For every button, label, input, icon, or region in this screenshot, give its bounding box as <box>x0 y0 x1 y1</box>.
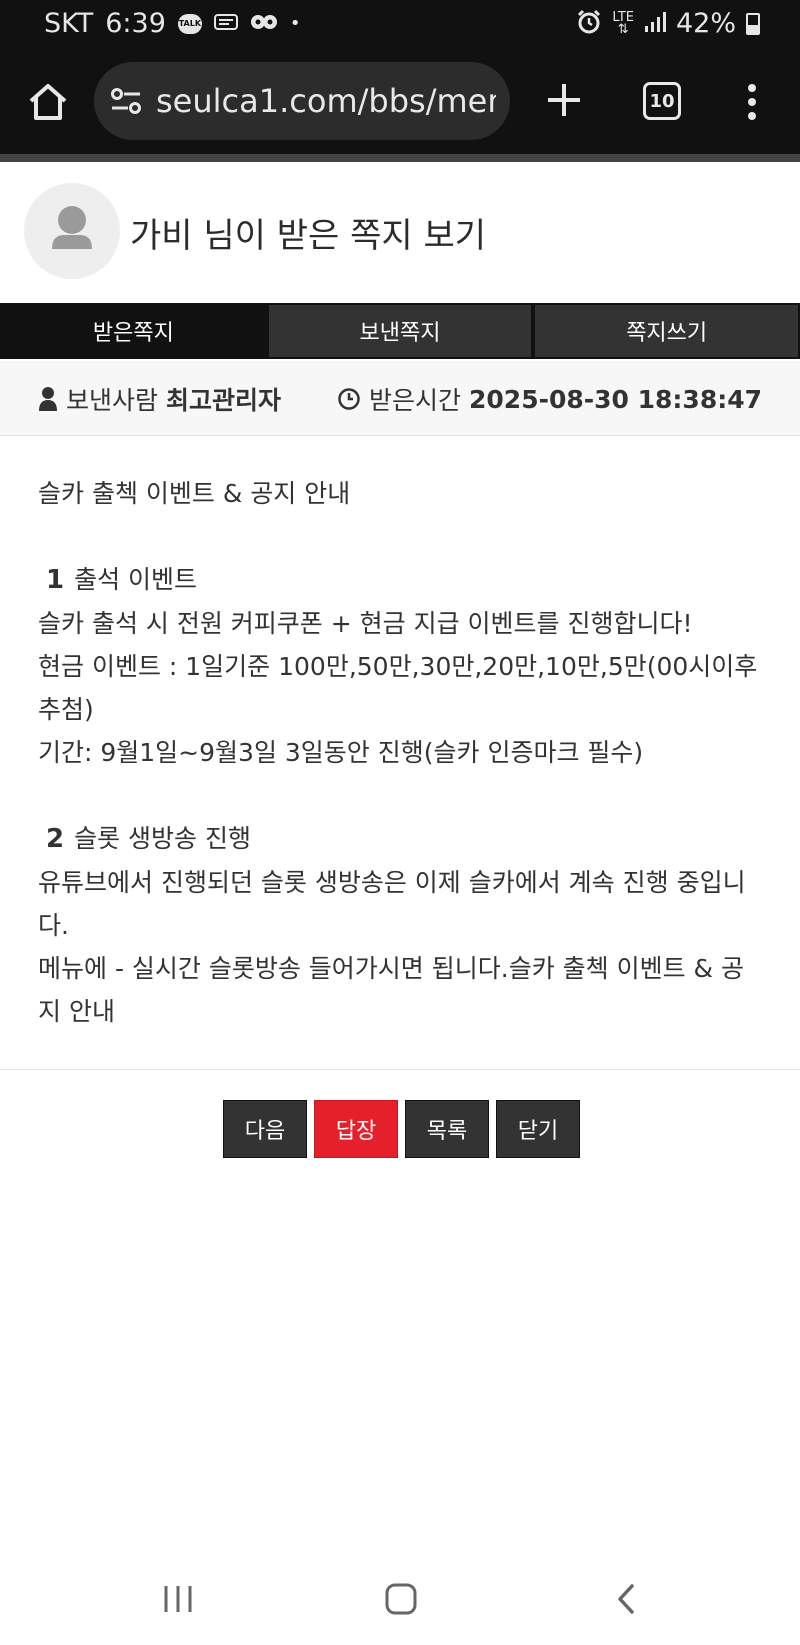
section-heading: 1 출석 이벤트 <box>38 558 758 602</box>
section-heading: 2 슬롯 생방송 진행 <box>38 817 758 861</box>
reply-button[interactable]: 답장 <box>314 1100 398 1158</box>
kakaotalk-icon: TALK <box>177 13 202 34</box>
message-body: 슬카 출첵 이벤트 & 공지 안내 1 출석 이벤트 슬카 출석 시 전원 커피쿠… <box>38 472 758 1033</box>
network-label: LTE <box>612 9 634 25</box>
tab-received[interactable]: 받은쪽지 <box>0 303 267 359</box>
message-info: 보낸사람 최고관리자 받은시간 2025-08-30 18:38:47 <box>0 361 800 436</box>
tab-write[interactable]: 쪽지쓰기 <box>533 303 800 359</box>
system-nav-bar <box>0 1560 800 1645</box>
sender-name: 최고관리자 <box>166 386 282 415</box>
message-line: 기간: 9월1일~9월3일 3일동안 진행(슬카 인증마크 필수) <box>38 738 644 767</box>
sender-info: 보낸사람 최고관리자 <box>38 381 281 417</box>
lte-icon: LTE ⇅ <box>612 9 634 37</box>
received-time-info: 받은시간 2025-08-30 18:38:47 <box>337 381 762 417</box>
more-menu-icon[interactable] <box>740 80 764 124</box>
message-line: 현금 이벤트 : 1일기준 100만,50만,30만,20만,10만,5만(00… <box>38 652 758 724</box>
status-bar: SKT 6:39 TALK • LTE ⇅ 42% <box>0 0 800 50</box>
content-divider <box>0 1069 800 1070</box>
action-buttons: 다음 답장 목록 닫기 <box>223 1100 580 1158</box>
home-nav-icon[interactable] <box>384 1582 418 1620</box>
carrier-label: SKT <box>44 8 94 39</box>
game-app-icon <box>250 13 278 35</box>
url-text[interactable]: seulca1.com/bbs/mem <box>156 82 496 120</box>
list-button[interactable]: 목록 <box>405 1100 489 1158</box>
user-silhouette-icon <box>52 206 92 249</box>
section-number: 2 <box>46 824 65 854</box>
toolbar-divider <box>0 154 800 162</box>
home-icon[interactable] <box>26 80 70 124</box>
next-button[interactable]: 다음 <box>223 1100 307 1158</box>
talk-badge-text: TALK <box>178 19 202 28</box>
message-tabs: 받은쪽지 보낸쪽지 쪽지쓰기 <box>0 303 800 359</box>
alarm-icon <box>576 9 602 39</box>
clock-icon <box>338 388 360 410</box>
message-line: 유튜브에서 진행되던 슬롯 생방송은 이제 슬카에서 계속 진행 중입니다. <box>38 868 746 940</box>
page-title: 가비 님이 받은 쪽지 보기 <box>130 216 487 256</box>
section-title: 출석 이벤트 <box>74 565 198 594</box>
address-bar[interactable]: seulca1.com/bbs/mem <box>94 62 510 140</box>
section-number: 1 <box>46 565 65 595</box>
avatar <box>24 183 120 279</box>
tab-switcher-button[interactable]: 10 <box>643 82 681 120</box>
site-settings-icon[interactable] <box>110 86 142 116</box>
received-time: 2025-08-30 18:38:47 <box>469 384 762 414</box>
new-tab-icon[interactable] <box>542 78 586 122</box>
close-button[interactable]: 닫기 <box>496 1100 580 1158</box>
user-icon <box>39 387 57 411</box>
battery-percent: 42% <box>675 8 736 39</box>
news-app-icon <box>213 12 238 36</box>
message-line: 슬카 출석 시 전원 커피쿠폰 + 현금 지급 이벤트를 진행합니다! <box>38 609 693 638</box>
message-line: 메뉴에 - 실시간 슬롯방송 들어가시면 됩니다.슬카 출첵 이벤트 & 공지 … <box>38 954 744 1026</box>
section-title: 슬롯 생방송 진행 <box>74 824 251 853</box>
sender-label: 보낸사람 <box>66 386 159 415</box>
back-icon[interactable] <box>614 1582 638 1620</box>
browser-toolbar: seulca1.com/bbs/mem 10 <box>0 50 800 154</box>
clock: 6:39 <box>105 8 166 39</box>
notification-dot-icon: • <box>289 12 301 34</box>
battery-icon <box>746 12 760 35</box>
time-label: 받은시간 <box>369 386 462 415</box>
recent-apps-icon[interactable] <box>162 1582 194 1620</box>
signal-icon <box>644 11 666 37</box>
message-intro: 슬카 출첵 이벤트 & 공지 안내 <box>38 479 351 508</box>
tab-sent[interactable]: 보낸쪽지 <box>266 303 534 359</box>
